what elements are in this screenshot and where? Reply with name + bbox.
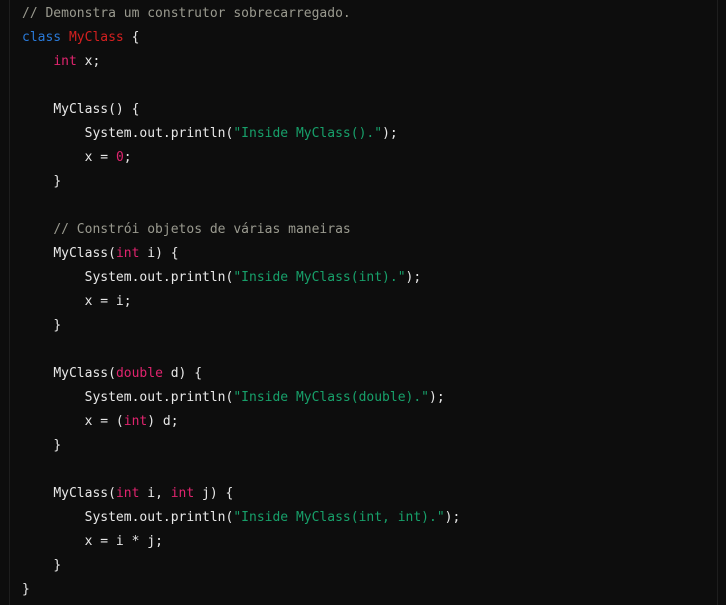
token-plain: ; bbox=[123, 150, 132, 165]
token-plain: } bbox=[53, 318, 62, 333]
token-plain: MyClass( bbox=[53, 486, 116, 501]
code-line: ​ bbox=[0, 458, 460, 482]
code-line: } bbox=[0, 314, 460, 338]
token-plain: x = i * j; bbox=[84, 534, 163, 549]
code-line: System.out.println("Inside MyClass(doubl… bbox=[0, 386, 460, 410]
token-type: int bbox=[170, 486, 195, 501]
token-plain: } bbox=[53, 174, 62, 189]
token-plain: ); bbox=[444, 510, 461, 525]
token-plain: x = i; bbox=[84, 294, 132, 309]
token-plain: MyClass( bbox=[53, 366, 116, 381]
code-line: } bbox=[0, 434, 460, 458]
token-string: "Inside MyClass(double)." bbox=[233, 390, 430, 405]
code-line: MyClass(int i, int j) { bbox=[0, 482, 460, 506]
code-line: MyClass(double d) { bbox=[0, 362, 460, 386]
token-plain: ); bbox=[429, 390, 445, 405]
token-plain: ) d; bbox=[147, 414, 179, 429]
token-plain: } bbox=[53, 438, 62, 453]
code-line: // Demonstra um construtor sobrecarregad… bbox=[0, 2, 460, 26]
token-comment: // Demonstra um construtor sobrecarregad… bbox=[22, 6, 351, 21]
code-line: ​ bbox=[0, 74, 460, 98]
token-plain: x = ( bbox=[84, 414, 124, 429]
token-class: MyClass bbox=[68, 30, 124, 45]
code-line: class MyClass { bbox=[0, 26, 460, 50]
code-line: System.out.println("Inside MyClass(int).… bbox=[0, 266, 460, 290]
token-type: int bbox=[115, 246, 140, 261]
token-plain: } bbox=[53, 558, 62, 573]
token-plain: MyClass() { bbox=[53, 102, 140, 117]
code-line: } bbox=[0, 578, 460, 602]
code-line: x = i * j; bbox=[0, 530, 460, 554]
code-line: } bbox=[0, 170, 460, 194]
code-line: // Constrói objetos de várias maneiras bbox=[0, 218, 460, 242]
code-viewer: // Demonstra um construtor sobrecarregad… bbox=[0, 0, 726, 605]
token-number: 0 bbox=[115, 150, 124, 165]
token-plain: j) { bbox=[194, 486, 234, 501]
code-line: MyClass() { bbox=[0, 98, 460, 122]
code-line: int x; bbox=[0, 50, 460, 74]
token-plain: MyClass( bbox=[53, 246, 116, 261]
token-plain: System.out.println( bbox=[84, 510, 234, 525]
token-type: double bbox=[115, 366, 163, 381]
token-keyword: class bbox=[22, 30, 62, 45]
code-line: x = i; bbox=[0, 290, 460, 314]
token-type: int bbox=[115, 486, 140, 501]
right-edge-stripe bbox=[717, 0, 718, 605]
code-line: ​ bbox=[0, 338, 460, 362]
token-plain: ); bbox=[405, 270, 422, 285]
code-line: } bbox=[0, 554, 460, 578]
token-plain: System.out.println( bbox=[84, 270, 234, 285]
code-block[interactable]: // Demonstra um construtor sobrecarregad… bbox=[0, 0, 460, 602]
token-plain: ); bbox=[382, 126, 398, 141]
code-line: x = 0; bbox=[0, 146, 460, 170]
code-line: x = (int) d; bbox=[0, 410, 460, 434]
code-line: MyClass(int i) { bbox=[0, 242, 460, 266]
token-plain: x; bbox=[76, 54, 101, 69]
token-string: "Inside MyClass()." bbox=[233, 126, 383, 141]
code-line: ​ bbox=[0, 194, 460, 218]
token-plain: { bbox=[123, 30, 140, 45]
token-type: int bbox=[53, 54, 77, 69]
token-plain: } bbox=[22, 582, 30, 597]
code-line: System.out.println("Inside MyClass(int, … bbox=[0, 506, 461, 530]
token-string: "Inside MyClass(int, int)." bbox=[233, 510, 445, 525]
token-plain: i) { bbox=[139, 246, 179, 261]
token-comment: // Constrói objetos de várias maneiras bbox=[53, 222, 351, 237]
token-plain: d) { bbox=[162, 366, 203, 381]
token-plain: System.out.println( bbox=[84, 390, 234, 405]
token-plain: i, bbox=[139, 486, 171, 501]
token-plain: System.out.println( bbox=[84, 126, 234, 141]
token-plain: x = bbox=[84, 150, 116, 165]
token-type: int bbox=[123, 414, 148, 429]
token-string: "Inside MyClass(int)." bbox=[233, 270, 406, 285]
code-line: System.out.println("Inside MyClass()."); bbox=[0, 122, 460, 146]
